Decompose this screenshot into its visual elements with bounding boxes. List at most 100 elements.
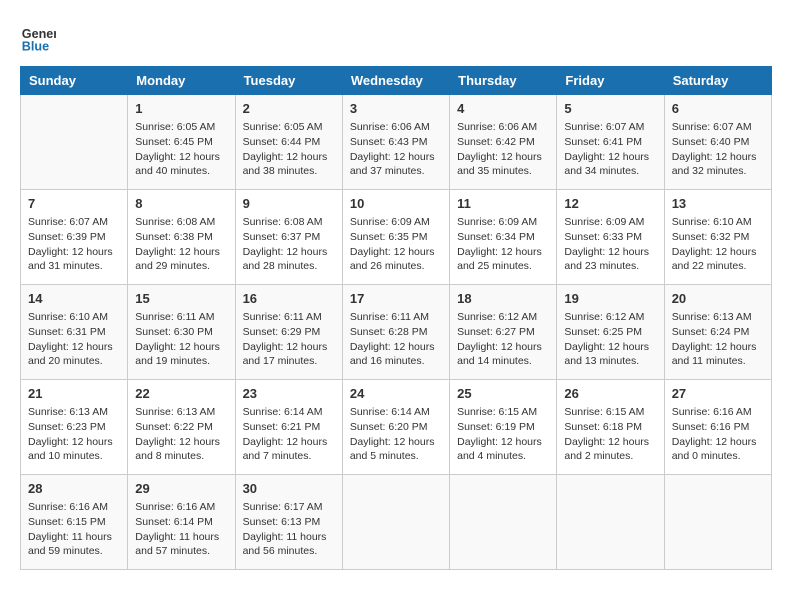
day-info: Sunrise: 6:13 AM Sunset: 6:23 PM Dayligh… [28,405,120,464]
day-info: Sunrise: 6:16 AM Sunset: 6:15 PM Dayligh… [28,500,120,559]
day-number: 11 [457,195,549,213]
calendar-cell: 14Sunrise: 6:10 AM Sunset: 6:31 PM Dayli… [21,285,128,380]
day-info: Sunrise: 6:10 AM Sunset: 6:32 PM Dayligh… [672,215,764,274]
calendar-cell: 1Sunrise: 6:05 AM Sunset: 6:45 PM Daylig… [128,95,235,190]
day-info: Sunrise: 6:05 AM Sunset: 6:44 PM Dayligh… [243,120,335,179]
calendar-week-3: 14Sunrise: 6:10 AM Sunset: 6:31 PM Dayli… [21,285,772,380]
calendar-cell: 13Sunrise: 6:10 AM Sunset: 6:32 PM Dayli… [664,190,771,285]
calendar-cell [557,475,664,570]
day-info: Sunrise: 6:15 AM Sunset: 6:19 PM Dayligh… [457,405,549,464]
day-info: Sunrise: 6:07 AM Sunset: 6:40 PM Dayligh… [672,120,764,179]
day-info: Sunrise: 6:06 AM Sunset: 6:42 PM Dayligh… [457,120,549,179]
svg-text:Blue: Blue [22,40,49,54]
calendar-cell: 19Sunrise: 6:12 AM Sunset: 6:25 PM Dayli… [557,285,664,380]
col-header-tuesday: Tuesday [235,67,342,95]
day-number: 14 [28,290,120,308]
calendar-cell: 6 Sunrise: 6:07 AM Sunset: 6:40 PM Daylig… [664,95,771,190]
day-info: Sunrise: 6:12 AM Sunset: 6:27 PM Dayligh… [457,310,549,369]
calendar-cell: 22 Sunrise: 6:13 AM Sunset: 6:22 PM Dayli… [128,380,235,475]
day-info: Sunrise: 6:17 AM Sunset: 6:13 PM Dayligh… [243,500,335,559]
day-info: Sunrise: 6:07 AM Sunset: 6:41 PM Dayligh… [564,120,656,179]
calendar-cell: 11 Sunrise: 6:09 AM Sunset: 6:34 PM Dayli… [450,190,557,285]
day-number: 12 [564,195,656,213]
col-header-monday: Monday [128,67,235,95]
calendar-cell: 10 Sunrise: 6:09 AM Sunset: 6:35 PM Dayli… [342,190,449,285]
day-number: 26 [564,385,656,403]
day-number: 20 [672,290,764,308]
day-number: 8 [135,195,227,213]
day-info: Sunrise: 6:11 AM Sunset: 6:29 PM Dayligh… [243,310,335,369]
calendar-cell: 4 Sunrise: 6:06 AM Sunset: 6:42 PM Daylig… [450,95,557,190]
calendar-cell: 17 Sunrise: 6:11 AM Sunset: 6:28 PM Dayli… [342,285,449,380]
calendar-cell: 8 Sunrise: 6:08 AM Sunset: 6:38 PM Daylig… [128,190,235,285]
day-number: 29 [135,480,227,498]
day-info: Sunrise: 6:08 AM Sunset: 6:38 PM Dayligh… [135,215,227,274]
calendar-week-4: 21 Sunrise: 6:13 AM Sunset: 6:23 PM Dayli… [21,380,772,475]
calendar-cell: 27 Sunrise: 6:16 AM Sunset: 6:16 PM Dayli… [664,380,771,475]
calendar-cell: 25Sunrise: 6:15 AM Sunset: 6:19 PM Dayli… [450,380,557,475]
logo-icon: General Blue [20,20,56,56]
calendar-cell [21,95,128,190]
col-header-friday: Friday [557,67,664,95]
day-number: 2 [243,100,335,118]
day-number: 22 [135,385,227,403]
day-info: Sunrise: 6:11 AM Sunset: 6:30 PM Dayligh… [135,310,227,369]
calendar-week-5: 28Sunrise: 6:16 AM Sunset: 6:15 PM Dayli… [21,475,772,570]
day-info: Sunrise: 6:09 AM Sunset: 6:34 PM Dayligh… [457,215,549,274]
calendar-cell: 30 Sunrise: 6:17 AM Sunset: 6:13 PM Dayli… [235,475,342,570]
calendar-cell [664,475,771,570]
day-number: 5 [564,100,656,118]
day-info: Sunrise: 6:09 AM Sunset: 6:33 PM Dayligh… [564,215,656,274]
day-info: Sunrise: 6:06 AM Sunset: 6:43 PM Dayligh… [350,120,442,179]
day-info: Sunrise: 6:16 AM Sunset: 6:16 PM Dayligh… [672,405,764,464]
calendar-table: SundayMondayTuesdayWednesdayThursdayFrid… [20,66,772,570]
day-number: 9 [243,195,335,213]
day-number: 21 [28,385,120,403]
calendar-cell [342,475,449,570]
logo: General Blue [20,20,60,56]
col-header-sunday: Sunday [21,67,128,95]
calendar-cell: 29 Sunrise: 6:16 AM Sunset: 6:14 PM Dayli… [128,475,235,570]
page-header: General Blue [20,20,772,56]
calendar-cell: 23Sunrise: 6:14 AM Sunset: 6:21 PM Dayli… [235,380,342,475]
calendar-cell: 3 Sunrise: 6:06 AM Sunset: 6:43 PM Daylig… [342,95,449,190]
calendar-cell: 20 Sunrise: 6:13 AM Sunset: 6:24 PM Dayli… [664,285,771,380]
day-number: 10 [350,195,442,213]
calendar-cell: 18 Sunrise: 6:12 AM Sunset: 6:27 PM Dayli… [450,285,557,380]
calendar-week-1: 1Sunrise: 6:05 AM Sunset: 6:45 PM Daylig… [21,95,772,190]
col-header-wednesday: Wednesday [342,67,449,95]
calendar-cell: 21 Sunrise: 6:13 AM Sunset: 6:23 PM Dayli… [21,380,128,475]
calendar-cell: 9 Sunrise: 6:08 AM Sunset: 6:37 PM Daylig… [235,190,342,285]
day-number: 17 [350,290,442,308]
day-number: 27 [672,385,764,403]
day-number: 4 [457,100,549,118]
day-info: Sunrise: 6:07 AM Sunset: 6:39 PM Dayligh… [28,215,120,274]
calendar-cell: 28Sunrise: 6:16 AM Sunset: 6:15 PM Dayli… [21,475,128,570]
day-info: Sunrise: 6:08 AM Sunset: 6:37 PM Dayligh… [243,215,335,274]
col-header-saturday: Saturday [664,67,771,95]
day-info: Sunrise: 6:12 AM Sunset: 6:25 PM Dayligh… [564,310,656,369]
col-header-thursday: Thursday [450,67,557,95]
calendar-cell: 2 Sunrise: 6:05 AM Sunset: 6:44 PM Daylig… [235,95,342,190]
header-row: SundayMondayTuesdayWednesdayThursdayFrid… [21,67,772,95]
day-number: 3 [350,100,442,118]
day-number: 24 [350,385,442,403]
calendar-cell: 7 Sunrise: 6:07 AM Sunset: 6:39 PM Daylig… [21,190,128,285]
day-number: 7 [28,195,120,213]
day-info: Sunrise: 6:09 AM Sunset: 6:35 PM Dayligh… [350,215,442,274]
calendar-cell: 15Sunrise: 6:11 AM Sunset: 6:30 PM Dayli… [128,285,235,380]
day-info: Sunrise: 6:13 AM Sunset: 6:24 PM Dayligh… [672,310,764,369]
day-info: Sunrise: 6:16 AM Sunset: 6:14 PM Dayligh… [135,500,227,559]
day-info: Sunrise: 6:14 AM Sunset: 6:21 PM Dayligh… [243,405,335,464]
day-info: Sunrise: 6:14 AM Sunset: 6:20 PM Dayligh… [350,405,442,464]
day-info: Sunrise: 6:11 AM Sunset: 6:28 PM Dayligh… [350,310,442,369]
day-info: Sunrise: 6:15 AM Sunset: 6:18 PM Dayligh… [564,405,656,464]
calendar-cell: 26 Sunrise: 6:15 AM Sunset: 6:18 PM Dayli… [557,380,664,475]
day-number: 18 [457,290,549,308]
day-info: Sunrise: 6:13 AM Sunset: 6:22 PM Dayligh… [135,405,227,464]
calendar-cell: 5 Sunrise: 6:07 AM Sunset: 6:41 PM Daylig… [557,95,664,190]
day-number: 1 [135,100,227,118]
calendar-cell: 12 Sunrise: 6:09 AM Sunset: 6:33 PM Dayli… [557,190,664,285]
day-number: 30 [243,480,335,498]
day-number: 6 [672,100,764,118]
